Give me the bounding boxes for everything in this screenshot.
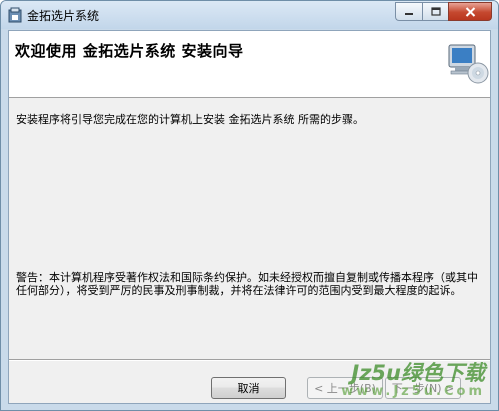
- copyright-warning-text: 警告：本计算机程序受著作权法和国际条约保护。如未经授权而擅自复制或传播本程序（或…: [16, 271, 478, 297]
- footer-divider: [9, 359, 490, 361]
- cancel-button[interactable]: 取消: [211, 377, 286, 399]
- maximize-button[interactable]: [422, 2, 448, 21]
- title-bar[interactable]: 金拓选片系统: [1, 1, 498, 29]
- close-button[interactable]: [448, 2, 492, 21]
- intro-text: 安装程序将引导您完成在您的计算机上安装 金拓选片系统 所需的步骤。: [16, 113, 364, 126]
- next-button[interactable]: 下一步(N) >: [385, 377, 461, 399]
- wizard-banner: 欢迎使用 金拓选片系统 安装向导: [9, 31, 490, 98]
- minimize-button[interactable]: [395, 2, 422, 21]
- computer-cd-icon: [448, 44, 489, 84]
- installer-window: 金拓选片系统 欢迎使用 金拓选片系统 安装向导 安装程序将引导您完成在您的计算机…: [0, 0, 499, 411]
- installer-app-icon: [8, 7, 22, 23]
- close-icon: [465, 6, 475, 17]
- caption-buttons: [395, 2, 492, 21]
- banner-title: 欢迎使用 金拓选片系统 安装向导: [15, 42, 244, 60]
- window-title: 金拓选片系统: [27, 9, 100, 23]
- back-button[interactable]: < 上一步(B): [307, 377, 383, 399]
- maximize-icon: [430, 7, 441, 16]
- minimize-icon: [405, 12, 413, 15]
- wizard-client-area: 欢迎使用 金拓选片系统 安装向导 安装程序将引导您完成在您的计算机上安装 金拓选…: [8, 30, 491, 404]
